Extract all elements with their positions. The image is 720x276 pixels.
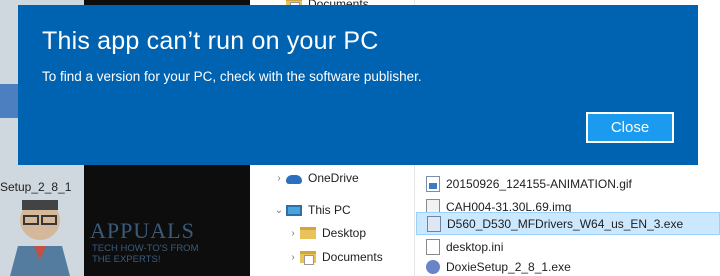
nav-item-label: OneDrive: [308, 171, 359, 185]
onedrive-cloud-icon: [286, 175, 302, 184]
chevron-down-icon[interactable]: ⌄: [272, 205, 286, 216]
file-name: desktop.ini: [446, 239, 504, 254]
nav-item-documents[interactable]: › Documents: [286, 246, 383, 268]
desktop-folder-icon: [300, 227, 316, 239]
gif-file-icon: [426, 175, 440, 192]
exe-file-icon: [427, 215, 441, 232]
watermark-brand: APPUALS: [90, 218, 195, 243]
nav-item-label: Desktop: [322, 226, 367, 240]
chevron-right-icon[interactable]: ›: [272, 173, 286, 184]
chevron-right-icon[interactable]: ›: [286, 228, 300, 239]
dialog-message: To find a version for your PC, check wit…: [42, 69, 422, 84]
nav-item-label: This PC: [308, 203, 351, 217]
watermark-tagline: TECH HOW-TO'S FROM THE EXPERTS!: [92, 243, 199, 265]
chevron-right-icon[interactable]: ›: [286, 252, 300, 263]
nav-item-onedrive[interactable]: › OneDrive: [272, 167, 359, 189]
file-row-selected[interactable]: D560_D530_MFDrivers_W64_us_EN_3.exe: [416, 212, 720, 235]
nav-item-desktop[interactable]: › Desktop: [286, 222, 366, 244]
ini-file-icon: [426, 238, 440, 255]
close-button[interactable]: Close: [586, 112, 674, 143]
nav-item-this-pc[interactable]: ⌄ This PC: [272, 199, 351, 221]
file-name: D560_D530_MFDrivers_W64_us_EN_3.exe: [447, 216, 684, 231]
setup-file-icon: [426, 259, 440, 274]
this-pc-icon: [286, 204, 302, 216]
documents-folder-icon: [300, 251, 316, 265]
desktop-icon-label[interactable]: Setup_2_8_1: [0, 180, 71, 194]
file-row[interactable]: 20150926_124155-ANIMATION.gif: [416, 172, 720, 195]
file-name: 20150926_124155-ANIMATION.gif: [446, 176, 632, 191]
watermark-tagline-line-1: TECH HOW-TO'S FROM: [92, 243, 199, 254]
error-dialog: This app can’t run on your PC To find a …: [18, 5, 698, 165]
file-row[interactable]: DoxieSetup_2_8_1.exe: [416, 255, 720, 276]
file-name: DoxieSetup_2_8_1.exe: [446, 259, 571, 274]
watermark-tagline-line-2: THE EXPERTS!: [92, 254, 161, 265]
dialog-title: This app can’t run on your PC: [42, 27, 379, 55]
nav-item-label: Documents: [322, 250, 383, 264]
